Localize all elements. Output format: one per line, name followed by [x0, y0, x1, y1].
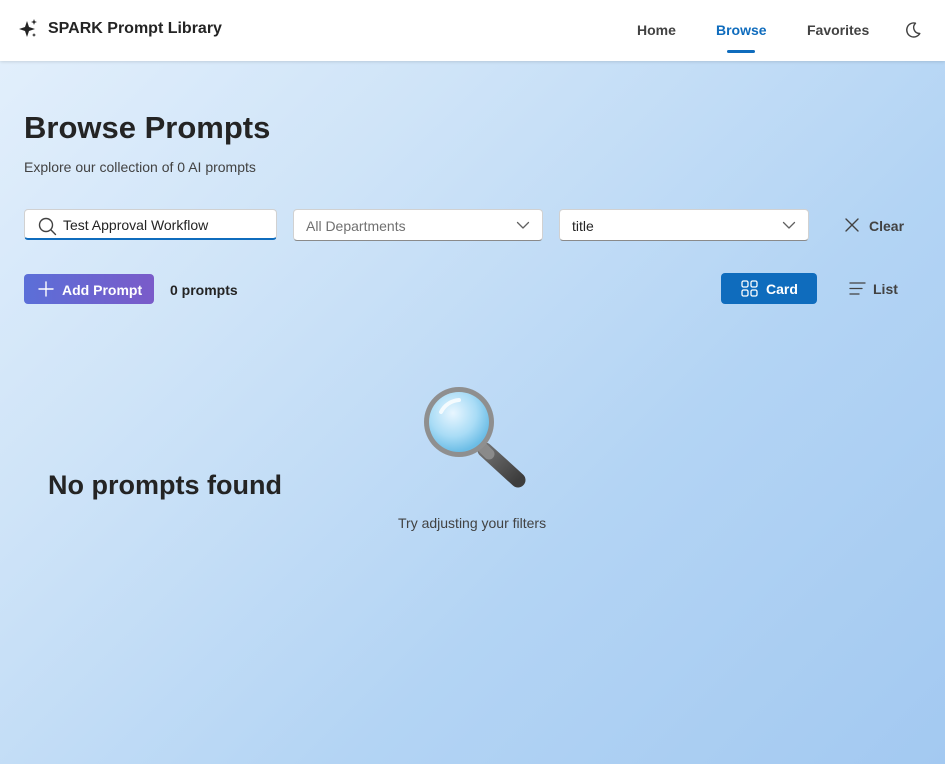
card-view-button[interactable]: Card	[721, 273, 817, 304]
list-view-button[interactable]: List	[833, 273, 913, 304]
search-input[interactable]	[63, 214, 268, 236]
search-box[interactable]	[24, 209, 277, 240]
nav-active-indicator	[727, 50, 755, 53]
chevron-down-icon	[516, 221, 530, 229]
search-icon	[38, 217, 57, 236]
app-title: SPARK Prompt Library	[48, 20, 222, 37]
brand[interactable]: SPARK Prompt Library	[18, 18, 222, 40]
nav-home[interactable]: Home	[637, 22, 676, 38]
sort-select-value: title	[572, 218, 594, 234]
top-navigation-bar: SPARK Prompt Library Home Browse Favorit…	[0, 0, 945, 61]
list-icon	[849, 282, 866, 295]
clear-filters-button[interactable]: Clear	[836, 210, 916, 240]
page-title: Browse Prompts	[24, 110, 271, 145]
moon-icon[interactable]	[903, 20, 923, 40]
empty-state-message: Try adjusting your filters	[398, 515, 547, 531]
prompt-count: 0 prompts	[170, 282, 238, 298]
nav-favorites[interactable]: Favorites	[807, 22, 869, 38]
magnifying-glass-icon	[424, 387, 526, 488]
sort-select[interactable]: title	[559, 209, 809, 241]
add-prompt-label: Add Prompt	[62, 282, 143, 298]
sparkle-icon	[19, 19, 37, 37]
chevron-down-icon	[782, 221, 796, 229]
close-icon	[845, 218, 859, 232]
list-view-label: List	[873, 281, 898, 297]
card-view-label: Card	[766, 281, 798, 297]
clear-filters-label: Clear	[869, 218, 905, 234]
plus-icon	[38, 281, 54, 297]
nav-browse[interactable]: Browse	[716, 22, 767, 38]
department-select[interactable]: All Departments	[293, 209, 543, 241]
add-prompt-button[interactable]: Add Prompt	[24, 274, 154, 304]
grid-icon	[741, 280, 758, 297]
empty-state-title: No prompts found	[48, 470, 282, 500]
department-select-value: All Departments	[306, 218, 406, 234]
page-subtitle: Explore our collection of 0 AI prompts	[24, 159, 256, 175]
